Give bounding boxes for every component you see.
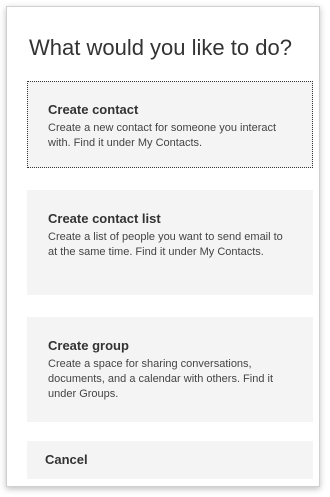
create-group-title: Create group	[48, 338, 129, 353]
create-contact-description: Create a new contact for someone you int…	[48, 122, 277, 149]
create-group-description: Create a space for sharing conversations…	[48, 358, 274, 400]
create-contact-title: Create contact	[48, 102, 139, 117]
cancel-button[interactable]: Cancel	[27, 441, 313, 479]
create-contact-option[interactable]: Create contact Create a new contact for …	[27, 81, 313, 168]
create-contact-list-description: Create a list of people you want to send…	[48, 231, 283, 258]
create-options-dialog: What would you like to do? Create contac…	[6, 6, 320, 487]
create-contact-list-option[interactable]: Create contact list Create a list of peo…	[27, 190, 313, 295]
dialog-title: What would you like to do?	[29, 35, 292, 60]
create-group-option[interactable]: Create group Create a space for sharing …	[27, 317, 313, 422]
create-contact-list-title: Create contact list	[48, 211, 161, 226]
